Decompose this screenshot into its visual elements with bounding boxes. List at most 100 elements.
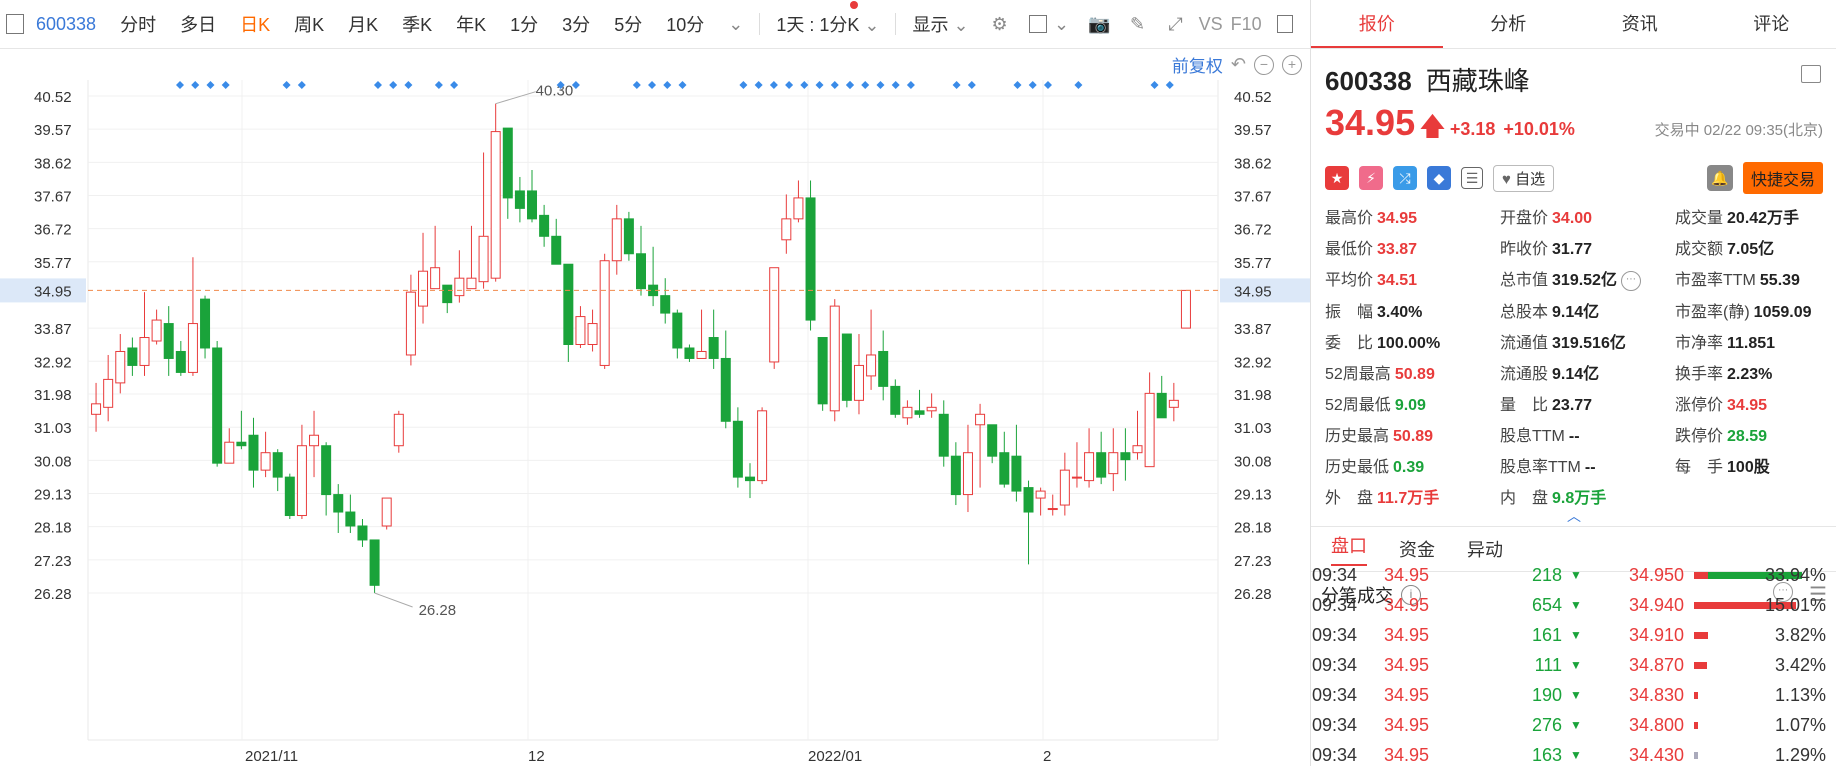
color-square-icon[interactable] <box>1027 13 1049 35</box>
candle-body <box>260 452 271 471</box>
period-tab[interactable]: 多日 <box>168 11 228 37</box>
quote-label: 平均价 <box>1325 272 1374 289</box>
chevron-up-icon[interactable]: ︿ <box>1311 506 1836 526</box>
quote-cell: 成交量 20.42万手 <box>1675 204 1836 228</box>
interval-select-label: 1天 : 1分K <box>776 15 860 35</box>
chevron-down-icon[interactable]: ⌄ <box>1051 13 1073 35</box>
notes-icon[interactable]: ☰ <box>1461 167 1483 189</box>
china-flag-icon[interactable]: ★ <box>1325 166 1349 190</box>
quote-label: 最低价 <box>1325 241 1374 258</box>
candle-body <box>418 270 429 307</box>
quick-trade-button[interactable]: 快捷交易 <box>1742 162 1823 194</box>
candle-body <box>1120 452 1131 461</box>
event-marker-icon <box>648 81 657 89</box>
event-marker-icon <box>297 81 306 89</box>
event-marker-icon <box>861 81 870 89</box>
quote-value: 20.42万手 <box>1727 210 1800 227</box>
quote-label: 总股本 <box>1500 303 1549 321</box>
price-axis-label-right: 38.62 <box>1234 155 1272 172</box>
period-tab[interactable]: 季K <box>390 11 444 37</box>
panel-tab[interactable]: 报价 <box>1311 0 1443 48</box>
tag-icon[interactable]: ◆ <box>1427 166 1451 190</box>
candle-body <box>575 316 586 345</box>
quote-label: 外 盘 <box>1325 489 1374 507</box>
period-tab[interactable]: 3分 <box>550 11 602 37</box>
candle-body <box>744 476 755 482</box>
price-axis-label-right: 33.87 <box>1234 321 1272 338</box>
menu-icon[interactable] <box>1801 65 1821 83</box>
f10-button[interactable]: F10 <box>1227 14 1266 35</box>
quote-label: 市盈率TTM <box>1675 272 1756 289</box>
compare-vs-button[interactable]: VS <box>1195 14 1227 35</box>
shuffle-icon[interactable]: ⤮ <box>1393 166 1417 190</box>
period-tab[interactable]: 月K <box>336 11 390 37</box>
quote-cell: 市盈率TTM 55.39 <box>1675 266 1836 291</box>
depth-pct: 1.13% <box>1774 684 1826 705</box>
candle-body <box>866 354 877 377</box>
candle-body <box>1059 469 1070 506</box>
tick-price: 34.95 <box>1384 624 1430 645</box>
candle-body <box>684 347 695 359</box>
interval-select[interactable]: 1天 : 1分K ⌄ <box>764 1 891 37</box>
panel-tab[interactable]: 评论 <box>1706 0 1836 48</box>
high-annotation-line <box>495 91 536 105</box>
candle-body <box>587 323 598 346</box>
period-tab[interactable]: 分时 <box>108 11 168 37</box>
quote-value: 100股 <box>1727 458 1770 476</box>
period-tab[interactable]: 年K <box>444 11 498 37</box>
candle-body <box>284 476 295 517</box>
event-marker-icon <box>221 81 230 89</box>
period-tab[interactable]: 日K <box>228 11 282 37</box>
tick-row: 09:34 34.95 111 ▼ 34.870 3.42% <box>1310 650 1836 680</box>
more-icon[interactable]: ⋯ <box>1620 270 1641 291</box>
period-tab[interactable]: 5分 <box>602 11 654 37</box>
add-watchlist-button[interactable]: ♥ 自选 <box>1493 164 1555 192</box>
bell-icon[interactable]: 🔔 <box>1706 165 1733 191</box>
camera-icon[interactable]: 📷 <box>1088 13 1110 35</box>
quote-cell: 股息TTM -- <box>1500 422 1675 446</box>
pencil-icon[interactable]: ✎ <box>1127 13 1149 35</box>
event-marker-icon <box>830 81 839 89</box>
price-axis-label-left: 26.28 <box>34 586 72 603</box>
candle-body <box>926 406 937 412</box>
price-axis-label-left: 40.52 <box>34 89 72 106</box>
period-tab[interactable]: 1分 <box>498 11 550 37</box>
date-axis-label: 2 <box>1043 748 1051 765</box>
kline-chart[interactable]: 前复权 ↶ − + 40.52 40.52 39.57 39.57 38.62 38.62… <box>0 48 1310 766</box>
candle-body <box>636 253 646 290</box>
price-axis-label-right: 27.23 <box>1234 553 1272 570</box>
display-dropdown[interactable]: 显示 ⌄ <box>900 11 980 37</box>
panel-toggle-icon[interactable] <box>1274 13 1296 35</box>
panel-tab[interactable]: 资讯 <box>1574 0 1706 48</box>
quote-value: 319.516亿 <box>1552 334 1626 352</box>
price-axis-label-left: 28.18 <box>34 520 72 537</box>
panel-tab[interactable]: 分析 <box>1443 0 1575 48</box>
depth-pct: 3.42% <box>1774 654 1826 675</box>
stock-code-label[interactable]: 600338 <box>32 14 108 35</box>
candlestick-svg: 40.52 40.52 39.57 39.57 38.62 38.62 37.67 37.67… <box>0 80 1310 765</box>
period-tab[interactable]: 周K <box>282 11 336 37</box>
fullscreen-icon[interactable]: ⤢ <box>1165 13 1187 35</box>
tick-time: 09:34 <box>1312 714 1358 735</box>
quote-label: 历史最低 <box>1325 458 1390 476</box>
sidebar-toggle-icon[interactable] <box>6 14 24 34</box>
event-marker-icon <box>389 81 398 89</box>
lightning-icon[interactable]: ⚡ <box>1359 166 1383 190</box>
price-axis-label-right: 39.57 <box>1234 122 1272 139</box>
depth-bar <box>1694 722 1698 729</box>
watch-label: 自选 <box>1515 170 1546 188</box>
quote-cell: 昨收价 31.77 <box>1500 235 1675 259</box>
divider <box>759 13 761 35</box>
depth-pct: 33.94% <box>1764 564 1826 585</box>
quote-cell: 外 盘 11.7万手 <box>1325 484 1500 508</box>
period-tab[interactable]: 10分 <box>654 11 716 37</box>
depth-bar <box>1694 752 1698 759</box>
candle-body <box>296 445 307 517</box>
candle-body <box>817 337 828 405</box>
quote-label: 流通值 <box>1500 334 1549 352</box>
event-marker-icon <box>800 81 809 89</box>
event-marker-icon <box>1165 81 1174 89</box>
gear-icon[interactable]: ⚙ <box>989 13 1011 35</box>
period-more-dropdown[interactable]: ⌄ <box>716 14 755 35</box>
price-axis-label-left: 31.98 <box>34 387 72 404</box>
